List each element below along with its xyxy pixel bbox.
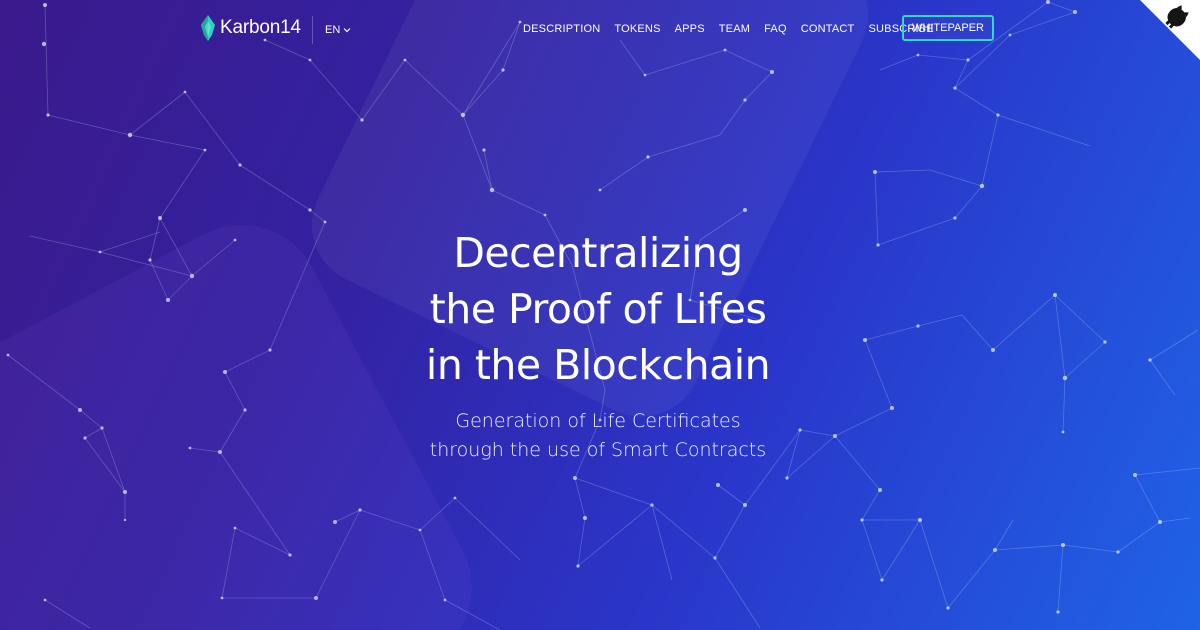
- brand-name: Karbon14: [220, 17, 301, 38]
- nav-faq[interactable]: FAQ: [764, 23, 787, 35]
- nav-contact[interactable]: CONTACT: [801, 23, 855, 35]
- header-divider: [312, 16, 313, 44]
- hero-subtitle: Generation of Life Certificates through …: [300, 407, 896, 465]
- nav-team[interactable]: TEAM: [719, 23, 750, 35]
- nav-tokens[interactable]: TOKENS: [614, 23, 660, 35]
- hero-title: Decentralizing the Proof of Lifes in the…: [300, 225, 896, 393]
- whitepaper-button[interactable]: WHITEPAPER: [902, 15, 994, 41]
- karbon14-leaf-icon: [201, 15, 215, 41]
- hero-subtitle-line-1: Generation of Life Certificates: [455, 410, 741, 432]
- hero-subtitle-line-2: through the use of Smart Contracts: [429, 439, 767, 461]
- hero-title-line-3: in the Blockchain: [425, 341, 771, 389]
- nav-description[interactable]: DESCRIPTION: [523, 23, 600, 35]
- hero-content: Decentralizing the Proof of Lifes in the…: [300, 225, 896, 465]
- nav-apps[interactable]: APPS: [675, 23, 705, 35]
- language-selected: EN: [325, 24, 341, 36]
- chevron-down-icon: [343, 28, 351, 33]
- github-corner-link[interactable]: [1140, 0, 1200, 60]
- main-nav: DESCRIPTION TOKENS APPS TEAM FAQ CONTACT…: [523, 23, 934, 35]
- site-header: Karbon14 EN DESCRIPTION TOKENS APPS TEAM…: [0, 0, 1200, 58]
- hero-title-line-2: the Proof of Lifes: [429, 285, 767, 333]
- hero-title-line-1: Decentralizing: [453, 229, 743, 277]
- hero-section: Karbon14 EN DESCRIPTION TOKENS APPS TEAM…: [0, 0, 1200, 630]
- brand-logo[interactable]: Karbon14: [200, 14, 301, 42]
- language-selector[interactable]: EN: [325, 24, 351, 36]
